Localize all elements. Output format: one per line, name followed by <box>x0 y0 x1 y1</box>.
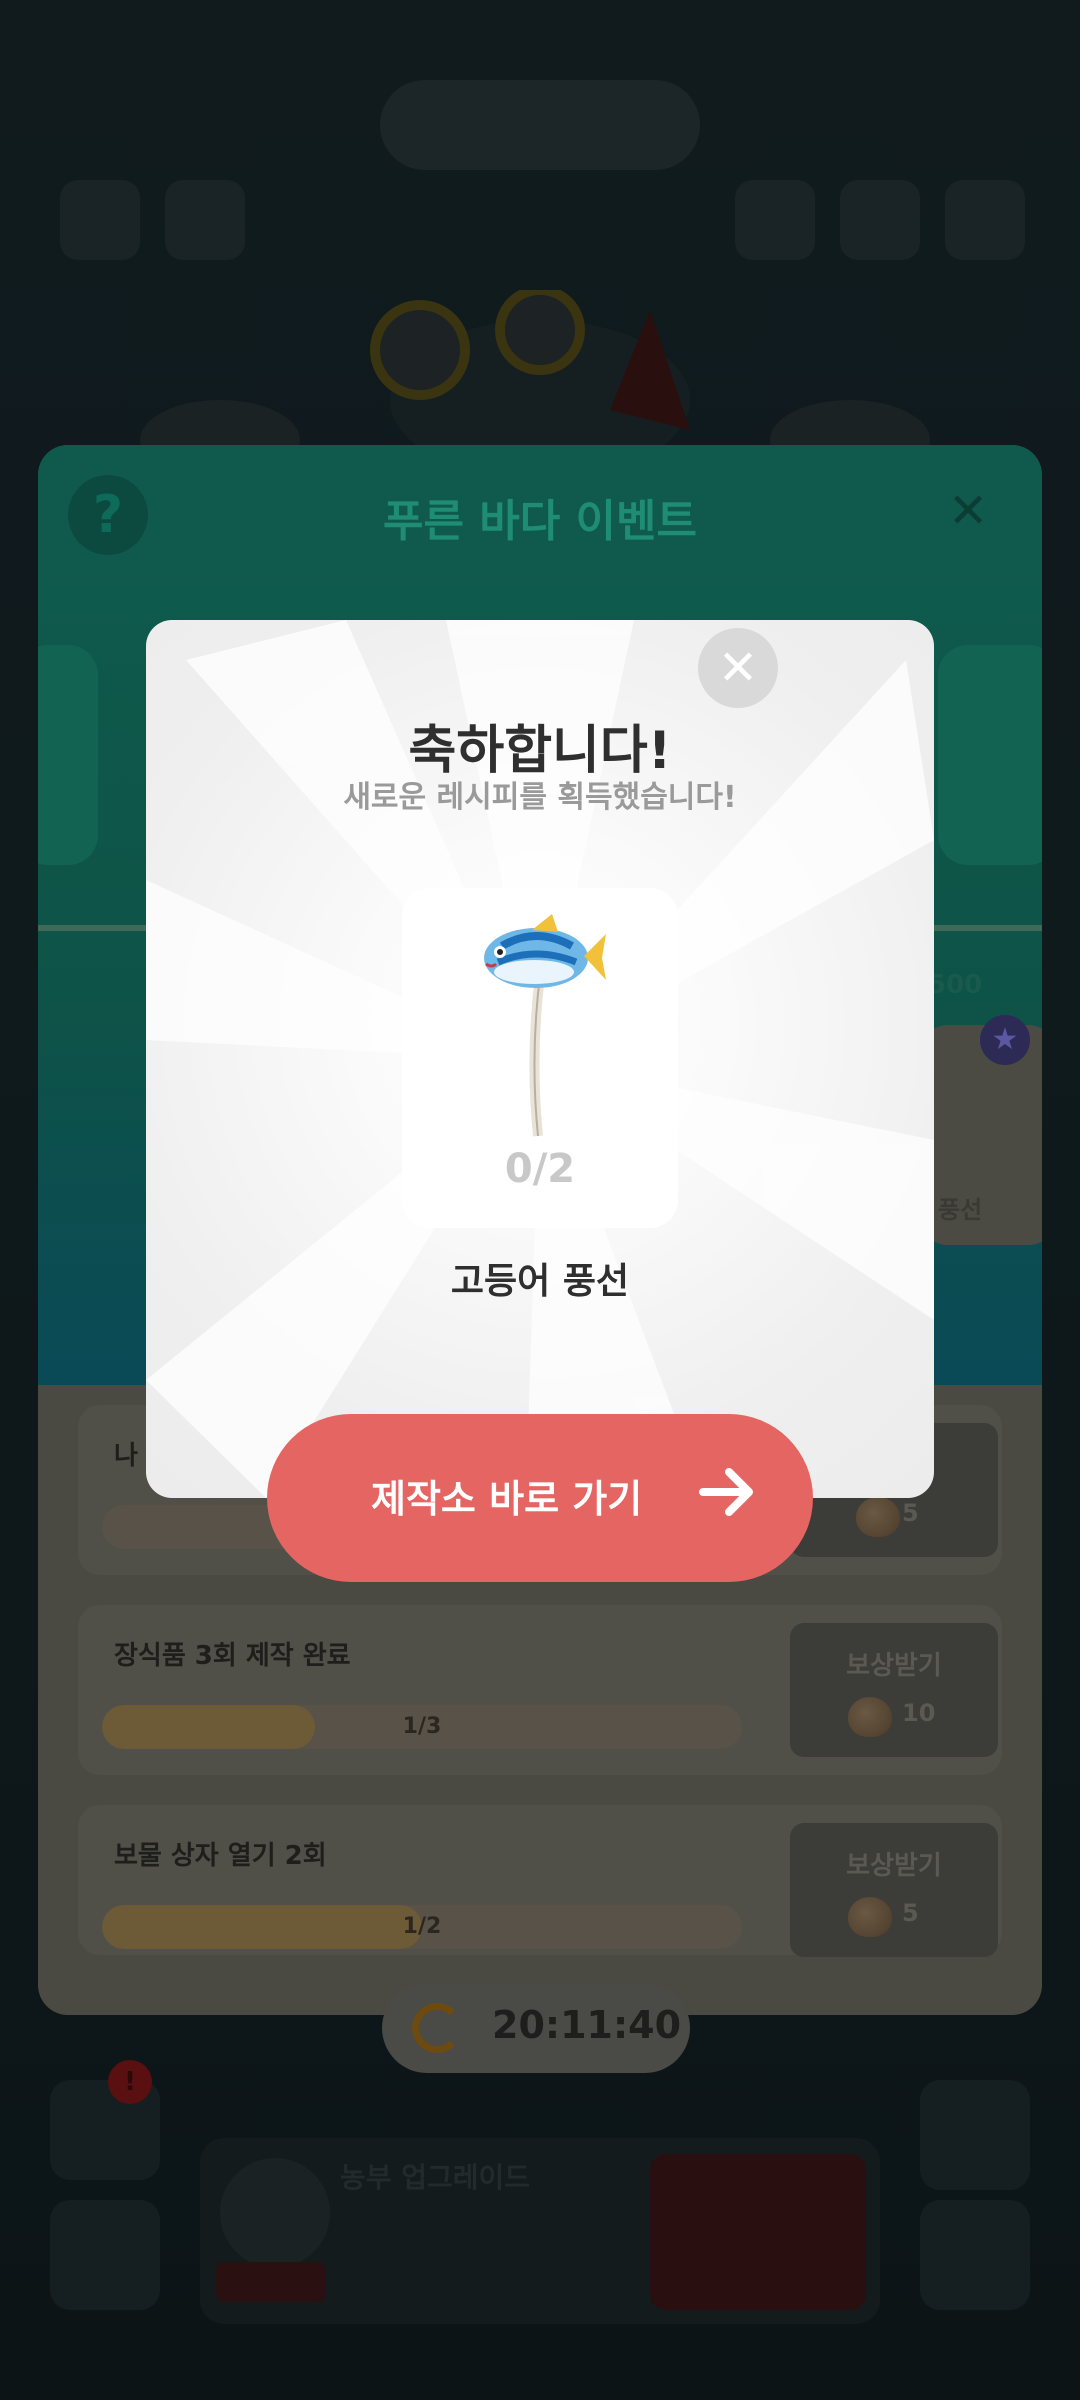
character-icon <box>165 180 245 260</box>
notification-badge-icon: ! <box>108 2060 152 2104</box>
upgrade-title: 농부 업그레이드 <box>340 2161 531 2194</box>
clipboard-icon <box>840 180 920 260</box>
reward-label: 보상받기 <box>846 1851 942 1881</box>
quest-progress-bar: 1/3 <box>102 1705 742 1749</box>
reward-card-label: 풍선 <box>938 1196 983 1224</box>
quest-progress-text: 1/2 <box>402 1914 442 1939</box>
quest-row: 장식품 3회 제작 완료 1/3 보상받기 10 <box>78 1605 1002 1775</box>
calendar-icon <box>945 180 1025 260</box>
refresh-icon <box>412 2003 462 2053</box>
close-button[interactable]: ✕ <box>698 628 778 708</box>
go-button-label: 제작소 바로 가기 <box>371 1477 643 1521</box>
quest-progress-bar: 1/2 <box>102 1905 742 1949</box>
boost-icon <box>50 2200 160 2310</box>
upgrade-bar: 농부 업그레이드 <box>200 2138 880 2324</box>
recipe-card: 0/2 <box>402 888 678 1228</box>
event-title: 푸른 바다 이벤트 <box>383 496 697 547</box>
recipe-name: 고등어 풍선 <box>450 1261 630 1302</box>
event-timer: 20:11:40 <box>382 1983 690 2073</box>
reward-label: 보상받기 <box>846 1651 942 1681</box>
event-banner-characters <box>140 290 930 450</box>
level-badge <box>216 2262 326 2302</box>
camera-icon <box>920 2200 1030 2310</box>
modal-subtitle: 새로운 레시피를 획득했습니다! <box>343 780 737 815</box>
reward-quantity: 10 <box>902 1699 936 1727</box>
mailbox-icon <box>60 180 140 260</box>
arrow-right-icon <box>699 1468 753 1516</box>
timer-text: 20:11:40 <box>492 2003 682 2047</box>
event-close-button[interactable]: ✕ <box>948 483 988 539</box>
reward-quantity: 5 <box>902 1499 919 1527</box>
recipe-card-right <box>938 645 1042 865</box>
shell-icon <box>848 1697 892 1737</box>
currency-display <box>380 80 700 170</box>
quest-label: 나 <box>114 1441 138 1471</box>
quest-label: 보물 상자 열기 2회 <box>114 1841 327 1871</box>
go-to-workshop-button[interactable]: 제작소 바로 가기 <box>267 1414 813 1582</box>
recipe-card-left <box>38 645 98 865</box>
trophy-icon <box>735 180 815 260</box>
penguin-icon <box>920 2080 1030 2190</box>
reward-button[interactable]: 보상받기 5 <box>790 1823 998 1957</box>
quest-label: 장식품 3회 제작 완료 <box>114 1641 351 1671</box>
farmer-avatar <box>220 2158 330 2268</box>
reward-button[interactable]: 보상받기 10 <box>790 1623 998 1757</box>
reward-quantity: 5 <box>902 1899 919 1927</box>
recipe-count: 0/2 <box>504 1146 576 1192</box>
shell-icon <box>848 1897 892 1937</box>
milestone-value: 500 <box>928 970 983 1000</box>
mackerel-balloon-icon <box>484 914 606 1137</box>
event-header: ? 푸른 바다 이벤트 ✕ <box>38 445 1042 585</box>
upgrade-button[interactable] <box>650 2154 866 2310</box>
shell-icon <box>856 1497 900 1537</box>
quest-row: 보물 상자 열기 2회 1/2 보상받기 5 <box>78 1805 1002 1957</box>
quest-progress-text: 1/3 <box>402 1714 442 1739</box>
star-badge-icon: ★ <box>980 1015 1030 1065</box>
reward-card-right[interactable]: 풍선 <box>918 1025 1042 1245</box>
